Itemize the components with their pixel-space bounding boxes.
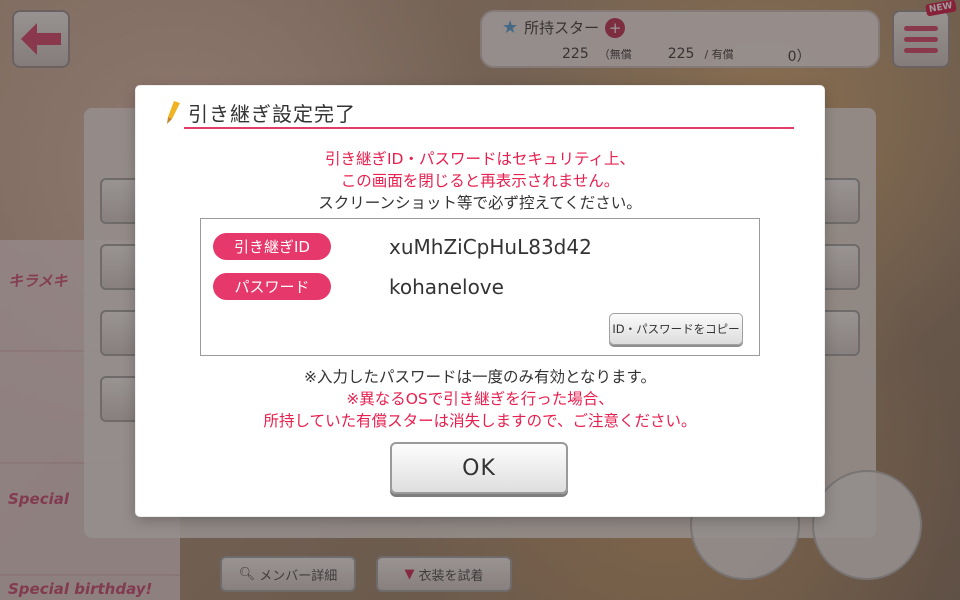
security-warning-line1: 引き継ぎID・パスワードはセキュリティ上、 (324, 150, 636, 168)
security-warning-line2: この画面を閉じると再表示されません。 (340, 172, 620, 190)
transfer-complete-dialog: 引き継ぎ設定完了 引き継ぎID・パスワードはセキュリティ上、 この画面を閉じると… (136, 86, 824, 516)
screenshot-instruction: スクリーンショット等で必ず控えてください。 (318, 194, 642, 212)
pencil-icon (167, 100, 180, 124)
ok-button[interactable]: OK (390, 442, 568, 494)
os-warning-line1: ※異なるOSで引き継ぎを行った場合、 (346, 390, 614, 408)
password-label: パスワード (213, 273, 331, 300)
os-warning-line2: 所持していた有償スターは消失しますので、ご注意ください。 (263, 412, 697, 430)
credentials-box: 引き継ぎID xuMhZiCpHuL83d42 パスワード kohanelove… (200, 218, 760, 356)
password-value: kohanelove (389, 275, 504, 299)
transfer-id-label: 引き継ぎID (213, 233, 331, 260)
dialog-title: 引き継ぎ設定完了 (188, 102, 356, 126)
title-divider (184, 127, 794, 129)
dialog-header: 引き継ぎ設定完了 (164, 98, 356, 127)
copy-credentials-button[interactable]: ID・パスワードをコピー (609, 313, 743, 345)
transfer-id-value: xuMhZiCpHuL83d42 (389, 235, 592, 259)
password-once-note: ※入力したパスワードは一度のみ有効となります。 (304, 368, 656, 386)
